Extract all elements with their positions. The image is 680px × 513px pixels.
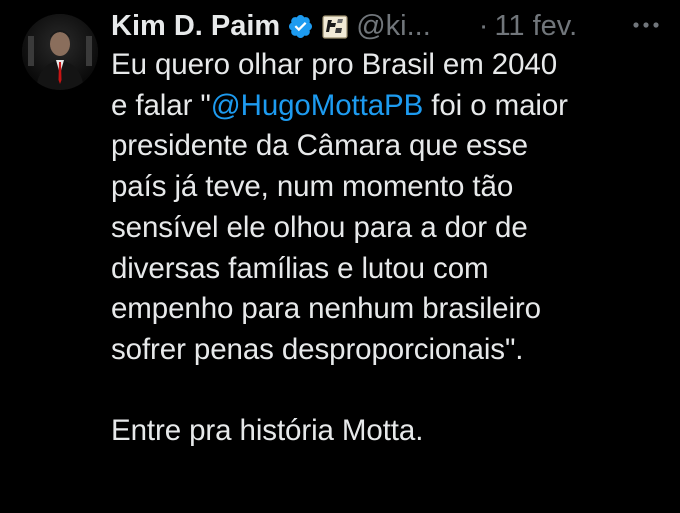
- tweet-line-prefix: e falar ": [111, 88, 211, 122]
- tweet-line: sofrer penas desproporcionais".: [111, 332, 524, 366]
- affiliate-badge-icon[interactable]: [322, 14, 348, 39]
- tweet-line: empenho para nenhum brasileiro: [111, 292, 541, 326]
- tweet-date[interactable]: 11 fev.: [494, 10, 577, 43]
- author-name[interactable]: Kim D. Paim: [111, 10, 280, 43]
- tweet-line: Entre pra história Motta.: [111, 414, 424, 448]
- more-options-icon[interactable]: [626, 8, 666, 42]
- tweet-line: Eu quero olhar pro Brasil em 2040: [111, 48, 558, 81]
- tweet-line: e falar "@HugoMottaPB foi o maior: [111, 86, 671, 127]
- author-handle[interactable]: @ki...: [356, 10, 431, 43]
- mention-link[interactable]: @HugoMottaPB: [211, 89, 424, 122]
- tweet-text: Eu quero olhar pro Brasil em 2040 e fala…: [111, 45, 671, 452]
- separator-dot: ·: [478, 9, 489, 42]
- tweet-line: sensível ele olhou para a dor de: [111, 210, 528, 244]
- tweet-line-suffix: foi o maior: [423, 88, 568, 122]
- tweet[interactable]: Kim D. Paim @ki... · 11 fev. Eu quero ol…: [0, 0, 680, 513]
- tweet-line: diversas famílias e lutou com: [111, 251, 489, 285]
- tweet-line: presidente da Câmara que esse: [111, 129, 528, 163]
- tweet-header: Kim D. Paim @ki... · 11 fev.: [111, 6, 577, 46]
- tweet-line: país já teve, num momento tão: [111, 170, 514, 204]
- avatar[interactable]: [22, 14, 98, 90]
- verified-badge-icon: [287, 13, 314, 40]
